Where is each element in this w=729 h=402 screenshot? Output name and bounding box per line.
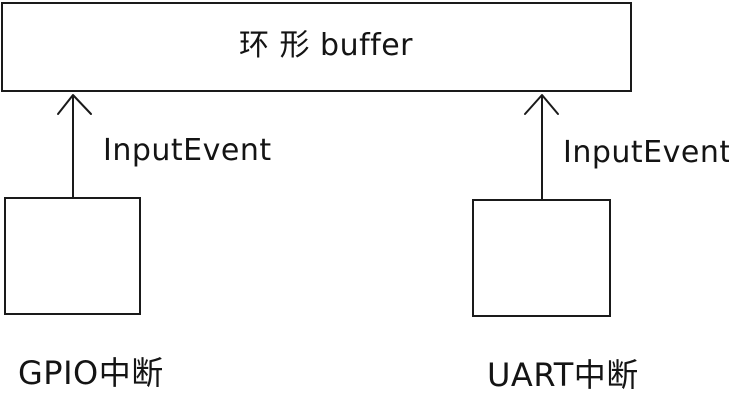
uart-interrupt-label: UART中断 [487, 356, 639, 394]
gpio-interrupt-box [4, 197, 141, 315]
gpio-edge-label: InputEvent [103, 133, 272, 168]
gpio-branch: InputEvent GPIO中断 [4, 94, 272, 392]
uart-branch: InputEvent UART中断 [472, 94, 729, 394]
diagram-canvas: 环 形 buffer InputEvent GPIO中断 InputEvent … [1, 2, 729, 394]
gpio-arrow-head [57, 94, 92, 115]
ring-buffer-label: 环 形 buffer [239, 28, 413, 63]
uart-edge-label: InputEvent [563, 135, 729, 170]
ring-buffer-node: 环 形 buffer [1, 2, 632, 92]
uart-interrupt-box [472, 199, 611, 317]
gpio-interrupt-label: GPIO中断 [18, 354, 164, 392]
